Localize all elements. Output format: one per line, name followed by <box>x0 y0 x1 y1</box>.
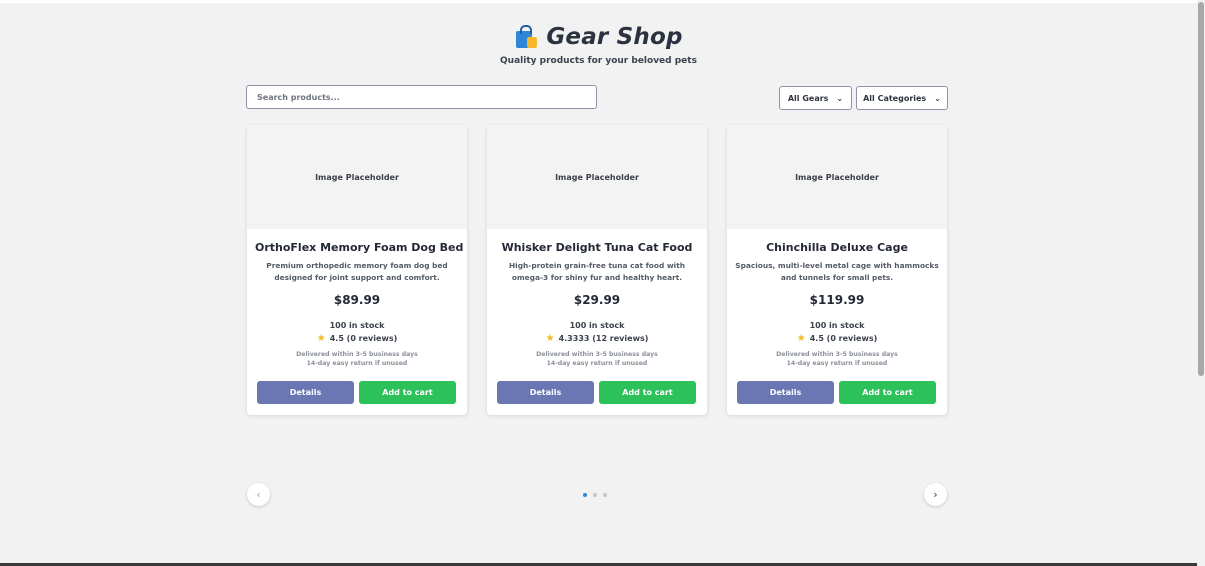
star-icon: ★ <box>796 333 806 344</box>
add-to-cart-button[interactable]: Add to cart <box>359 381 456 404</box>
rating-text: 4.3333 (12 reviews) <box>558 334 649 343</box>
product-rating: ★ 4.5 (0 reviews) <box>255 333 459 344</box>
add-to-cart-button[interactable]: Add to cart <box>839 381 936 404</box>
product-price: $119.99 <box>809 293 865 307</box>
product-price: $89.99 <box>333 293 381 307</box>
product-description: Spacious, multi-level metal cage with ha… <box>735 261 939 282</box>
chevron-right-icon: › <box>933 488 938 501</box>
product-card-body: Whisker Delight Tuna Cat Food High-prote… <box>487 241 707 368</box>
rating-text: 4.5 (0 reviews) <box>329 334 398 343</box>
returns-text: 14-day easy return if unused <box>306 360 408 367</box>
returns-text: 14-day easy return if unused <box>786 360 888 367</box>
title-row: Gear Shop <box>0 22 1197 52</box>
product-description: Premium orthopedic memory foam dog bed d… <box>266 261 448 282</box>
details-button[interactable]: Details <box>257 381 354 404</box>
delivery-text: Delivered within 3-5 business days <box>296 351 418 358</box>
shipping-info: Delivered within 3-5 business days 14-da… <box>735 350 939 368</box>
product-card-body: Chinchilla Deluxe Cage Spacious, multi-l… <box>727 241 947 368</box>
product-stock: 100 in stock <box>569 321 625 330</box>
carousel-pagination <box>583 493 607 497</box>
page-header: Gear Shop Quality products for your belo… <box>0 22 1197 66</box>
delivery-text: Delivered within 3-5 business days <box>776 351 898 358</box>
product-rating: ★ 4.3333 (12 reviews) <box>495 333 699 344</box>
details-button[interactable]: Details <box>497 381 594 404</box>
product-name: Chinchilla Deluxe Cage <box>766 241 908 254</box>
returns-text: 14-day easy return if unused <box>546 360 648 367</box>
rating-text: 4.5 (0 reviews) <box>809 334 878 343</box>
tag-shape <box>527 37 538 48</box>
chevron-down-icon: ⌄ <box>836 93 844 103</box>
product-stock: 100 in stock <box>809 321 865 330</box>
product-description: High-protein grain-free tuna cat food wi… <box>509 261 685 282</box>
product-image-placeholder: Image Placeholder <box>487 125 707 229</box>
page-scrollbar[interactable] <box>1197 0 1205 566</box>
product-card-body: OrthoFlex Memory Foam Dog Bed Premium or… <box>247 241 467 368</box>
product-rating: ★ 4.5 (0 reviews) <box>735 333 939 344</box>
carousel-prev-button[interactable]: ‹ <box>247 483 270 506</box>
product-card: Image Placeholder OrthoFlex Memory Foam … <box>247 125 467 415</box>
product-name: OrthoFlex Memory Foam Dog Bed <box>255 241 464 254</box>
gears-filter-value: All Gears <box>787 93 829 103</box>
card-actions: Details Add to cart <box>497 381 697 404</box>
search-input[interactable] <box>246 85 597 109</box>
product-card: Image Placeholder Chinchilla Deluxe Cage… <box>727 125 947 415</box>
carousel-dot[interactable] <box>603 493 607 497</box>
add-to-cart-button[interactable]: Add to cart <box>599 381 696 404</box>
star-icon: ★ <box>545 333 555 344</box>
card-actions: Details Add to cart <box>737 381 937 404</box>
shipping-info: Delivered within 3-5 business days 14-da… <box>495 350 699 368</box>
carousel-next-button[interactable]: › <box>924 483 947 506</box>
star-icon: ★ <box>316 333 326 344</box>
categories-filter-value: All Categories <box>863 93 927 103</box>
top-border <box>0 0 1197 3</box>
carousel-dot[interactable] <box>593 493 597 497</box>
delivery-text: Delivered within 3-5 business days <box>536 351 658 358</box>
product-stock: 100 in stock <box>329 321 385 330</box>
chevron-left-icon: ‹ <box>256 488 261 501</box>
product-image-placeholder: Image Placeholder <box>727 125 947 229</box>
page-subtitle: Quality products for your beloved pets <box>500 56 697 66</box>
shopping-bag-icon <box>514 25 538 49</box>
product-name: Whisker Delight Tuna Cat Food <box>501 241 693 254</box>
scrollbar-thumb[interactable] <box>1198 2 1204 376</box>
details-button[interactable]: Details <box>737 381 834 404</box>
product-card: Image Placeholder Whisker Delight Tuna C… <box>487 125 707 415</box>
carousel-dot[interactable] <box>583 493 587 497</box>
categories-filter-select[interactable]: All Categories ⌄ <box>856 86 948 110</box>
product-price: $29.99 <box>573 293 621 307</box>
gears-filter-select[interactable]: All Gears ⌄ <box>779 86 852 110</box>
page-title: Gear Shop <box>546 24 683 50</box>
product-image-placeholder: Image Placeholder <box>247 125 467 229</box>
shipping-info: Delivered within 3-5 business days 14-da… <box>255 350 459 368</box>
card-actions: Details Add to cart <box>257 381 457 404</box>
chevron-down-icon: ⌄ <box>934 93 941 103</box>
